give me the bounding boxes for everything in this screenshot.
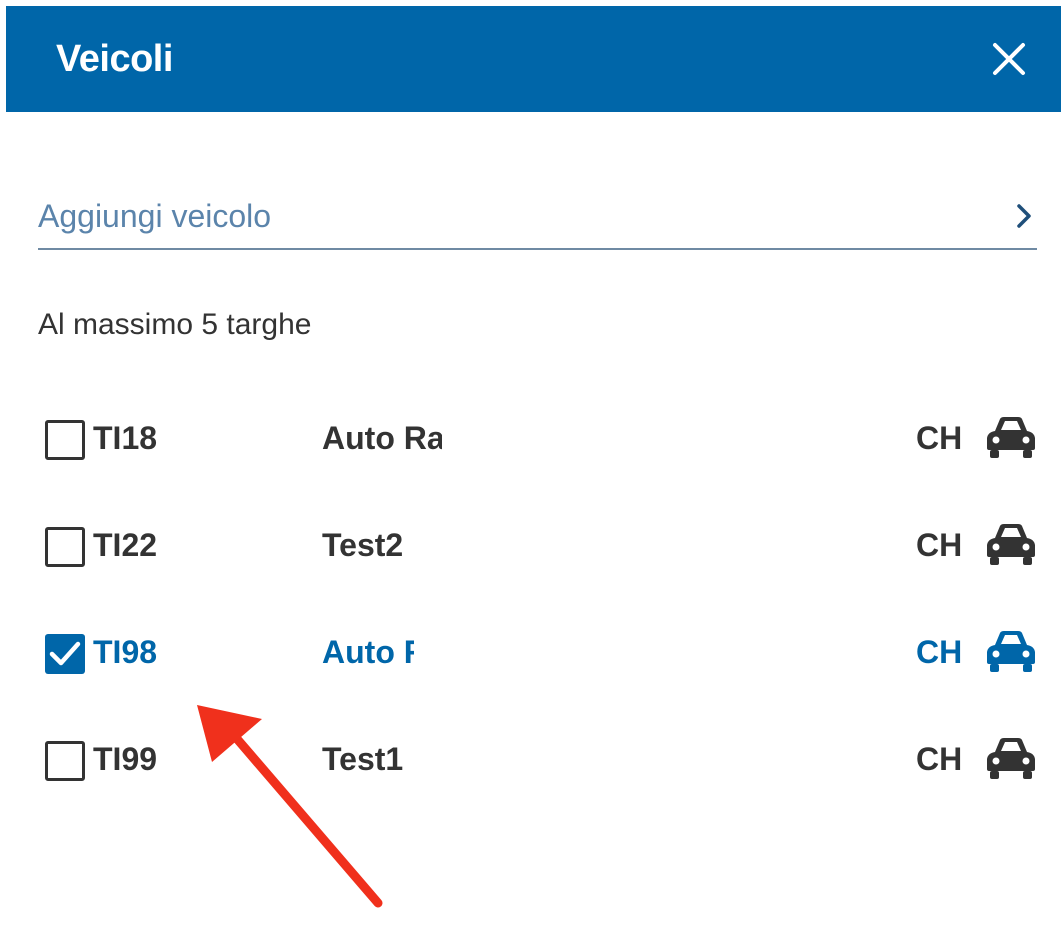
close-button[interactable] [991, 41, 1027, 77]
vehicle-country: CH [916, 420, 963, 456]
vehicle-row[interactable]: TI18 Auto Ra CH [0, 400, 1061, 480]
add-vehicle-link[interactable]: Aggiungi veicolo [38, 188, 1037, 250]
plate-limit-text: Al massimo 5 targhe [38, 308, 312, 341]
vehicle-name: Test2 [322, 527, 404, 563]
page-title: Veicoli [56, 38, 173, 80]
vehicle-checkbox[interactable] [45, 741, 85, 781]
vehicle-row[interactable]: TI22 Test2 CH [0, 507, 1061, 587]
vehicle-plate: TI99 [93, 741, 158, 777]
chevron-right-icon [1017, 204, 1031, 228]
vehicle-checkbox[interactable] [45, 420, 85, 460]
vehicle-plate: TI22 [93, 527, 158, 563]
car-icon [987, 738, 1035, 779]
close-icon [993, 43, 1025, 75]
vehicle-country: CH [916, 741, 963, 777]
vehicles-panel: Veicoli Aggiungi veicolo Al massimo 5 ta… [0, 0, 1061, 943]
header-bar: Veicoli [6, 6, 1061, 112]
vehicle-row-selected[interactable]: TI98 Auto R CH [0, 614, 1061, 694]
add-vehicle-label: Aggiungi veicolo [38, 198, 272, 234]
vehicle-plate: TI98 [93, 634, 158, 670]
vehicle-country: CH [916, 527, 963, 563]
vehicle-name: Auto R [322, 634, 414, 670]
checkmark-icon [49, 641, 81, 666]
car-icon [987, 417, 1035, 458]
vehicle-checkbox-checked[interactable] [45, 634, 85, 674]
vehicle-checkbox[interactable] [45, 527, 85, 567]
vehicle-country: CH [916, 634, 963, 670]
vehicle-name: Test1 [322, 741, 404, 777]
vehicle-name: Auto Ra [322, 420, 442, 456]
vehicle-plate: TI18 [93, 420, 158, 456]
vehicle-row[interactable]: TI99 Test1 CH [0, 721, 1061, 801]
car-icon [987, 631, 1035, 672]
car-icon [987, 524, 1035, 565]
